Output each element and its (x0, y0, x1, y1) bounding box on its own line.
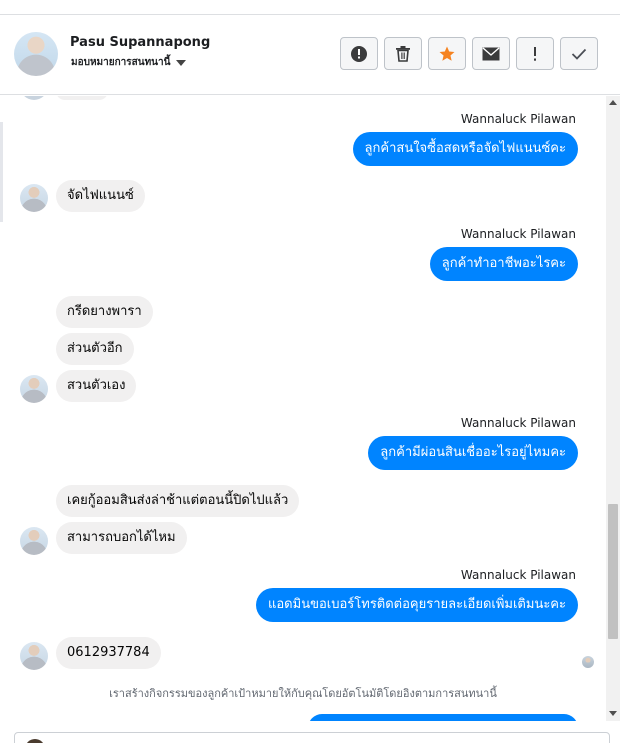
scroll-thumb[interactable] (608, 504, 618, 639)
window-top-strip (0, 0, 620, 15)
outgoing-message-bubble: ลูกค้ามีผ่อนสินเชื่ออะไรอยู่ไหมคะ (368, 436, 578, 470)
message-thread: Wannaluck Pilawan ลูกค้าสนใจซื้อสดหรือจั… (0, 96, 606, 721)
incoming-message-bubble: ส่วนตัวอีก (56, 333, 134, 365)
mark-unread-button[interactable] (472, 37, 510, 70)
incoming-message-bubble: กรีดยางพารา (56, 296, 153, 328)
page-avatar (25, 739, 45, 743)
reply-composer[interactable] (14, 732, 610, 743)
incoming-message-bubble: สามารถบอกได้ไหม (56, 522, 187, 554)
star-icon (439, 46, 455, 61)
caret-down-icon (176, 59, 187, 66)
conversation-header: Pasu Supannapong มอบหมายการสนทนานี้ (0, 15, 620, 95)
contact-name[interactable]: Pasu Supannapong (70, 35, 210, 50)
sender-name: Wannaluck Pilawan (460, 568, 576, 582)
assign-conversation-label: มอบหมายการสนทนานี้ (71, 57, 171, 68)
mark-done-button[interactable] (560, 37, 598, 70)
exclamation-icon (534, 46, 536, 61)
sender-name: Wannaluck Pilawan (460, 416, 576, 430)
incoming-message-bubble: 0612937784 (56, 637, 161, 669)
incoming-message-bubble: เคยกู้ออมสินส่งล่าช้าแต่ตอนนี้ปิดไปแล้ว (56, 485, 300, 517)
check-icon (571, 48, 587, 60)
scroll-down-arrow-icon[interactable] (609, 711, 617, 716)
exclamation-circle-icon (351, 45, 367, 62)
outgoing-message-bubble: แอดมินขอเบอร์โทรติดต่อคุยรายละเอียดเพิ่ม… (256, 588, 578, 622)
incoming-message-bubble (56, 96, 108, 100)
scroll-up-arrow-icon[interactable] (609, 100, 617, 105)
outgoing-message-bubble: ลูกค้าทำอาชีพอะไรคะ (429, 247, 578, 281)
follow-up-button[interactable] (516, 37, 554, 70)
seen-avatar-icon (582, 656, 594, 668)
contact-avatar-small (20, 184, 48, 212)
contact-avatar-small (20, 375, 48, 403)
thread-scrollbar[interactable] (606, 96, 620, 721)
trash-icon (396, 46, 410, 62)
sender-name: Wannaluck Pilawan (460, 227, 576, 241)
incoming-message-bubble: จัดไฟแนนซ์ (56, 180, 145, 212)
outgoing-message-bubble: ลูกค้าสนใจซื้อสดหรือจัดไฟแนนซ์คะ (352, 132, 578, 166)
delete-button[interactable] (384, 37, 422, 70)
contact-avatar[interactable] (14, 32, 58, 76)
outgoing-message-bubble (308, 714, 578, 721)
mark-spam-button[interactable] (340, 37, 378, 70)
contact-avatar-small (20, 96, 48, 100)
assign-conversation-dropdown[interactable]: มอบหมายการสนทนานี้ (71, 55, 187, 70)
system-notice: เราสร้างกิจกรรมของลูกค้าเป้าหมายให้กับคุ… (109, 687, 497, 700)
conversation-actions (340, 37, 598, 70)
incoming-message-bubble: สวนตัวเอง (56, 370, 137, 402)
star-button[interactable] (428, 37, 466, 70)
contact-avatar-small (20, 527, 48, 555)
envelope-icon (482, 46, 500, 60)
contact-avatar-small (20, 642, 48, 670)
sender-name: Wannaluck Pilawan (460, 112, 576, 126)
